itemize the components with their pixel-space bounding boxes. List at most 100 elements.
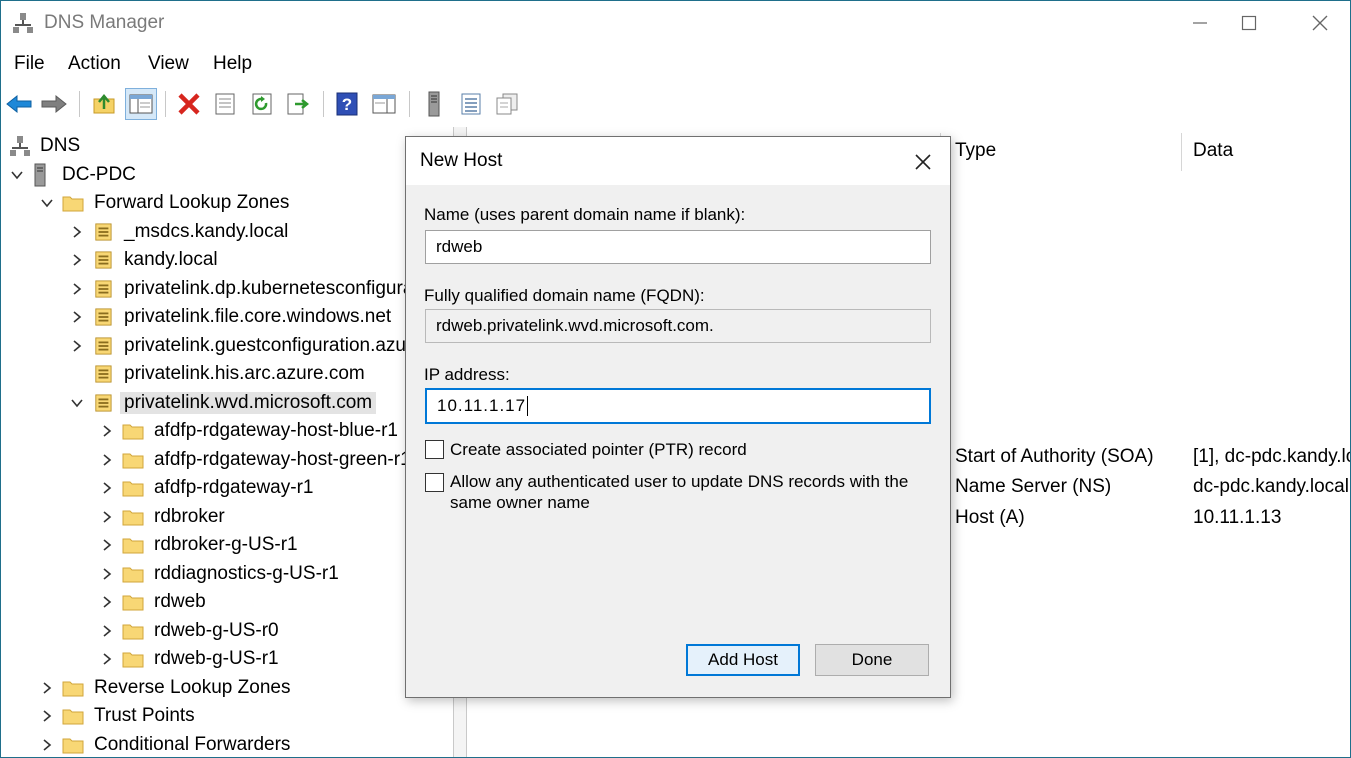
up-folder-button[interactable] <box>90 90 118 118</box>
chevron-right-icon[interactable] <box>100 481 114 495</box>
forward-button[interactable] <box>40 90 68 118</box>
tree-label: afdfp-rdgateway-r1 <box>154 477 314 498</box>
menu-view[interactable]: View <box>148 53 189 75</box>
tree-item-subzone[interactable]: afdfp-rdgateway-r1 <box>100 474 313 502</box>
menu-action[interactable]: Action <box>68 53 121 75</box>
delete-button[interactable] <box>175 90 203 118</box>
chevron-right-icon[interactable] <box>70 282 84 296</box>
fqdn-label: Fully qualified domain name (FQDN): <box>424 286 705 305</box>
chevron-right-icon[interactable] <box>100 453 114 467</box>
tree-item-subzone[interactable]: rdbroker-g-US-r1 <box>100 531 298 559</box>
tree-item-zone[interactable]: _msdcs.kandy.local <box>70 218 288 246</box>
zone-file-icon <box>95 365 112 383</box>
record-data[interactable]: dc-pdc.kandy.local. <box>1193 476 1350 498</box>
tree-item-zone[interactable]: privatelink.his.arc.azure.com <box>92 360 365 388</box>
back-button[interactable] <box>5 90 33 118</box>
tree-label: privatelink.his.arc.azure.com <box>124 363 365 384</box>
chevron-right-icon[interactable] <box>100 624 114 638</box>
ip-address-label: IP address: <box>424 365 510 384</box>
done-button[interactable]: Done <box>815 644 929 676</box>
chevron-right-icon[interactable] <box>70 339 84 353</box>
chevron-right-icon[interactable] <box>70 253 84 267</box>
help-button[interactable]: ? <box>333 90 361 118</box>
chevron-right-icon[interactable] <box>40 738 54 752</box>
show-hide-tree-button[interactable] <box>125 88 157 120</box>
chevron-right-icon[interactable] <box>100 424 114 438</box>
minimize-button[interactable] <box>1174 1 1226 45</box>
tree-label: afdfp-rdgateway-host-green-r1 <box>154 449 411 470</box>
chevron-right-icon[interactable] <box>70 225 84 239</box>
chevron-down-icon[interactable] <box>40 196 54 210</box>
copy-records-button[interactable] <box>493 90 521 118</box>
record-data[interactable]: 10.11.1.13 <box>1193 507 1350 529</box>
tree-item-subzone[interactable]: afdfp-rdgateway-host-green-r1 <box>100 446 411 474</box>
tree-item-server[interactable]: DC-PDC <box>10 161 136 189</box>
chevron-right-icon[interactable] <box>100 652 114 666</box>
column-header-type[interactable]: Type <box>955 127 996 175</box>
dialog-title: New Host <box>420 150 503 171</box>
chevron-down-icon[interactable] <box>10 168 24 182</box>
chevron-down-icon[interactable] <box>70 396 84 410</box>
tree-item-forward-lookup-zones[interactable]: Forward Lookup Zones <box>40 189 289 217</box>
toolbar: ? <box>1 85 1350 123</box>
chevron-right-icon[interactable] <box>100 567 114 581</box>
chevron-right-icon[interactable] <box>40 681 54 695</box>
chevron-right-icon[interactable] <box>100 510 114 524</box>
properties-icon <box>215 93 235 115</box>
tree-item-reverse-lookup-zones[interactable]: Reverse Lookup Zones <box>40 674 290 702</box>
tree-item-subzone[interactable]: afdfp-rdgateway-host-blue-r1 <box>100 417 398 445</box>
column-header-data[interactable]: Data <box>1193 127 1233 175</box>
server-button[interactable] <box>420 90 448 118</box>
properties-button[interactable] <box>211 90 239 118</box>
tree-item-zone[interactable]: kandy.local <box>70 246 218 274</box>
name-input[interactable]: rdweb <box>425 230 931 264</box>
ip-address-input[interactable]: 10.11.1.17 <box>425 388 931 424</box>
tree-label: DC-PDC <box>62 164 136 185</box>
dialog-close-button[interactable] <box>902 145 944 179</box>
add-host-button[interactable]: Add Host <box>686 644 800 676</box>
close-window-button[interactable] <box>1294 1 1346 45</box>
record-type[interactable]: Host (A) <box>955 507 1180 529</box>
ptr-record-label[interactable]: Create associated pointer (PTR) record <box>450 439 930 460</box>
allow-update-checkbox[interactable] <box>425 473 444 492</box>
console-tree: DNS DC-PDC Forward Lookup Zones _msdcs.k… <box>1 127 538 757</box>
record-data[interactable]: [1], dc-pdc.kandy.local. <box>1193 446 1350 468</box>
chevron-right-icon[interactable] <box>100 538 114 552</box>
close-icon <box>1312 15 1328 31</box>
tree-item-trust-points[interactable]: Trust Points <box>40 702 195 730</box>
folder-icon <box>122 481 144 497</box>
tree-label: privatelink.wvd.microsoft.com <box>120 392 377 414</box>
menu-file[interactable]: File <box>14 53 45 75</box>
chevron-right-icon[interactable] <box>100 595 114 609</box>
tree-item-selected-zone[interactable]: privatelink.wvd.microsoft.com <box>70 389 377 417</box>
show-action-pane-button[interactable] <box>370 90 398 118</box>
tree-item-subzone[interactable]: rdweb <box>100 588 206 616</box>
tree-item-dns[interactable]: DNS <box>10 132 80 160</box>
tree-item-subzone[interactable]: rdbroker <box>100 503 225 531</box>
tree-item-zone[interactable]: privatelink.file.core.windows.net <box>70 303 391 331</box>
tree-item-subzone[interactable]: rdweb-g-US-r0 <box>100 617 279 645</box>
close-icon <box>915 154 931 170</box>
name-label: Name (uses parent domain name if blank): <box>424 205 746 224</box>
chevron-right-icon[interactable] <box>70 310 84 324</box>
refresh-button[interactable] <box>248 90 276 118</box>
ptr-record-checkbox[interactable] <box>425 440 444 459</box>
menu-help[interactable]: Help <box>213 53 252 75</box>
allow-update-label[interactable]: Allow any authenticated user to update D… <box>450 471 920 513</box>
help-icon: ? <box>336 92 358 116</box>
tree-item-subzone[interactable]: rddiagnostics-g-US-r1 <box>100 560 339 588</box>
dialog-title-bar: New Host <box>406 137 950 185</box>
list-view-button[interactable] <box>457 90 485 118</box>
tree-label: rdbroker-g-US-r1 <box>154 534 298 555</box>
chevron-right-icon[interactable] <box>40 709 54 723</box>
maximize-button[interactable] <box>1223 1 1275 45</box>
record-type[interactable]: Name Server (NS) <box>955 476 1180 498</box>
record-type[interactable]: Start of Authority (SOA) <box>955 446 1180 468</box>
minimize-icon <box>1193 22 1207 24</box>
window-title: DNS Manager <box>44 12 165 33</box>
folder-icon <box>62 709 84 725</box>
export-list-button[interactable] <box>284 90 312 118</box>
tree-item-subzone[interactable]: rdweb-g-US-r1 <box>100 645 279 673</box>
tree-item-conditional-forwarders[interactable]: Conditional Forwarders <box>40 731 290 757</box>
folder-icon <box>122 510 144 526</box>
